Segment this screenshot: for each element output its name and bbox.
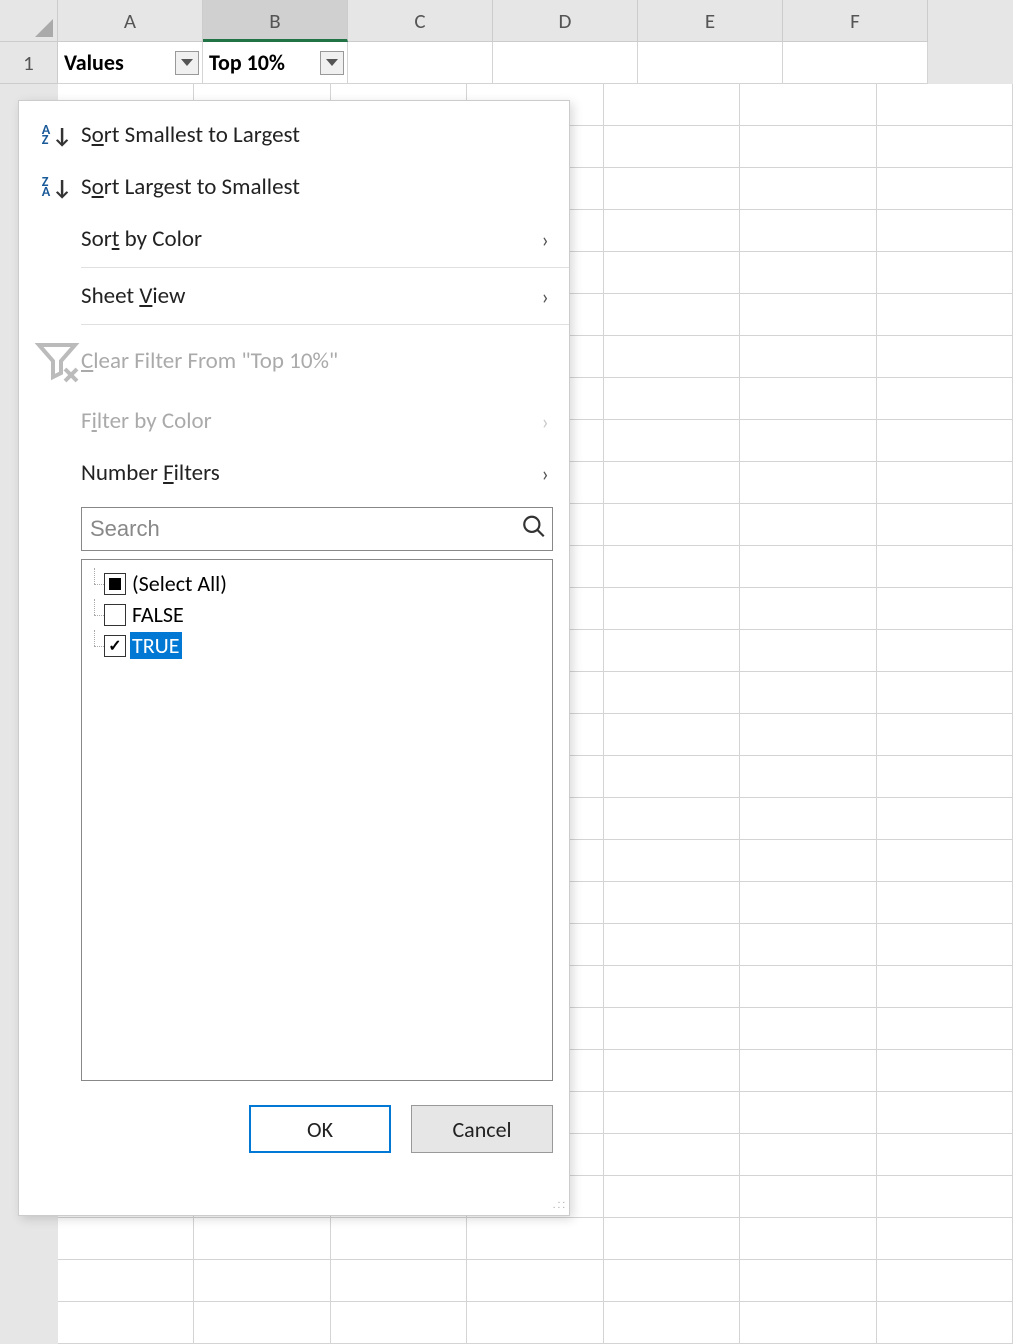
- cell-value: Top 10%: [209, 49, 285, 76]
- chevron-right-icon: ›: [542, 283, 549, 310]
- menu-label: Sort by Color: [81, 225, 542, 253]
- col-header-F[interactable]: F: [783, 0, 928, 42]
- chevron-right-icon: ›: [542, 226, 549, 253]
- sort-descending-item[interactable]: ZA↓ Sort Largest to Smallest: [19, 161, 569, 213]
- filter-search-input[interactable]: [81, 507, 553, 551]
- cell-C1[interactable]: [348, 42, 493, 84]
- col-header-C[interactable]: C: [348, 0, 493, 42]
- sheet-view-item[interactable]: Sheet View ›: [19, 270, 569, 322]
- chevron-right-icon: ›: [542, 460, 549, 487]
- select-all-item[interactable]: (Select All): [90, 568, 544, 599]
- value-label: (Select All): [130, 570, 229, 597]
- cell-F1[interactable]: [783, 42, 928, 84]
- select-all-corner[interactable]: [0, 0, 58, 42]
- ok-button[interactable]: OK: [249, 1105, 391, 1153]
- filter-values-list: (Select All) FALSE TRUE: [81, 559, 553, 1081]
- button-row: OK Cancel: [19, 1085, 569, 1163]
- menu-label: Sheet View: [81, 282, 542, 310]
- checkbox-indeterminate[interactable]: [104, 573, 126, 595]
- column-headers-row: A B C D E F: [0, 0, 1013, 42]
- col-header-B[interactable]: B: [203, 0, 348, 42]
- chevron-right-icon: ›: [542, 408, 549, 435]
- cells: Values Top 10% // rows injected below vi…: [58, 42, 1013, 84]
- checkbox-checked[interactable]: [104, 635, 126, 657]
- checkbox-unchecked[interactable]: [104, 604, 126, 626]
- search-wrap: [81, 507, 553, 551]
- clear-filter-item: Clear Filter From "Top 10%": [19, 327, 569, 395]
- search-icon: [521, 514, 547, 545]
- filter-value-item[interactable]: TRUE: [90, 630, 544, 661]
- menu-label: Clear Filter From "Top 10%": [81, 347, 549, 375]
- sort-az-icon: AZ↓: [33, 122, 81, 149]
- cell-A1[interactable]: Values: [58, 42, 203, 84]
- filter-dropdown-menu: AZ↓ Sort Smallest to Largest ZA↓ Sort La…: [18, 100, 570, 1216]
- sort-by-color-item[interactable]: Sort by Color ›: [19, 213, 569, 265]
- menu-label: Filter by Color: [81, 407, 542, 435]
- sort-ascending-item[interactable]: AZ↓ Sort Smallest to Largest: [19, 109, 569, 161]
- value-label: FALSE: [130, 601, 186, 628]
- filter-by-color-item: Filter by Color ›: [19, 395, 569, 447]
- cell-D1[interactable]: [493, 42, 638, 84]
- col-header-E[interactable]: E: [638, 0, 783, 42]
- filter-value-item[interactable]: FALSE: [90, 599, 544, 630]
- menu-label: Number Filters: [81, 459, 542, 487]
- filter-dropdown-button-B[interactable]: [320, 51, 344, 75]
- menu-label: Sort Largest to Smallest: [81, 173, 549, 201]
- value-label: TRUE: [130, 632, 182, 659]
- separator: [81, 267, 569, 268]
- clear-filter-icon: [33, 337, 81, 385]
- col-header-A[interactable]: A: [58, 0, 203, 42]
- row-header-1[interactable]: 1: [0, 42, 58, 84]
- menu-label: Sort Smallest to Largest: [81, 121, 549, 149]
- cell-E1[interactable]: [638, 42, 783, 84]
- sort-za-icon: ZA↓: [33, 174, 81, 201]
- cell-value: Values: [64, 49, 124, 76]
- col-header-D[interactable]: D: [493, 0, 638, 42]
- row-headers: 1: [0, 42, 58, 84]
- row-1: Values Top 10%: [58, 42, 1013, 84]
- filter-dropdown-button-A[interactable]: [175, 51, 199, 75]
- cell-B1[interactable]: Top 10%: [203, 42, 348, 84]
- cancel-button[interactable]: Cancel: [411, 1105, 553, 1153]
- resize-grip-icon[interactable]: . .. . .: [551, 1197, 565, 1211]
- number-filters-item[interactable]: Number Filters ›: [19, 447, 569, 499]
- separator: [81, 324, 569, 325]
- grid-body: 1 Values Top 10% // rows injected below: [0, 42, 1013, 84]
